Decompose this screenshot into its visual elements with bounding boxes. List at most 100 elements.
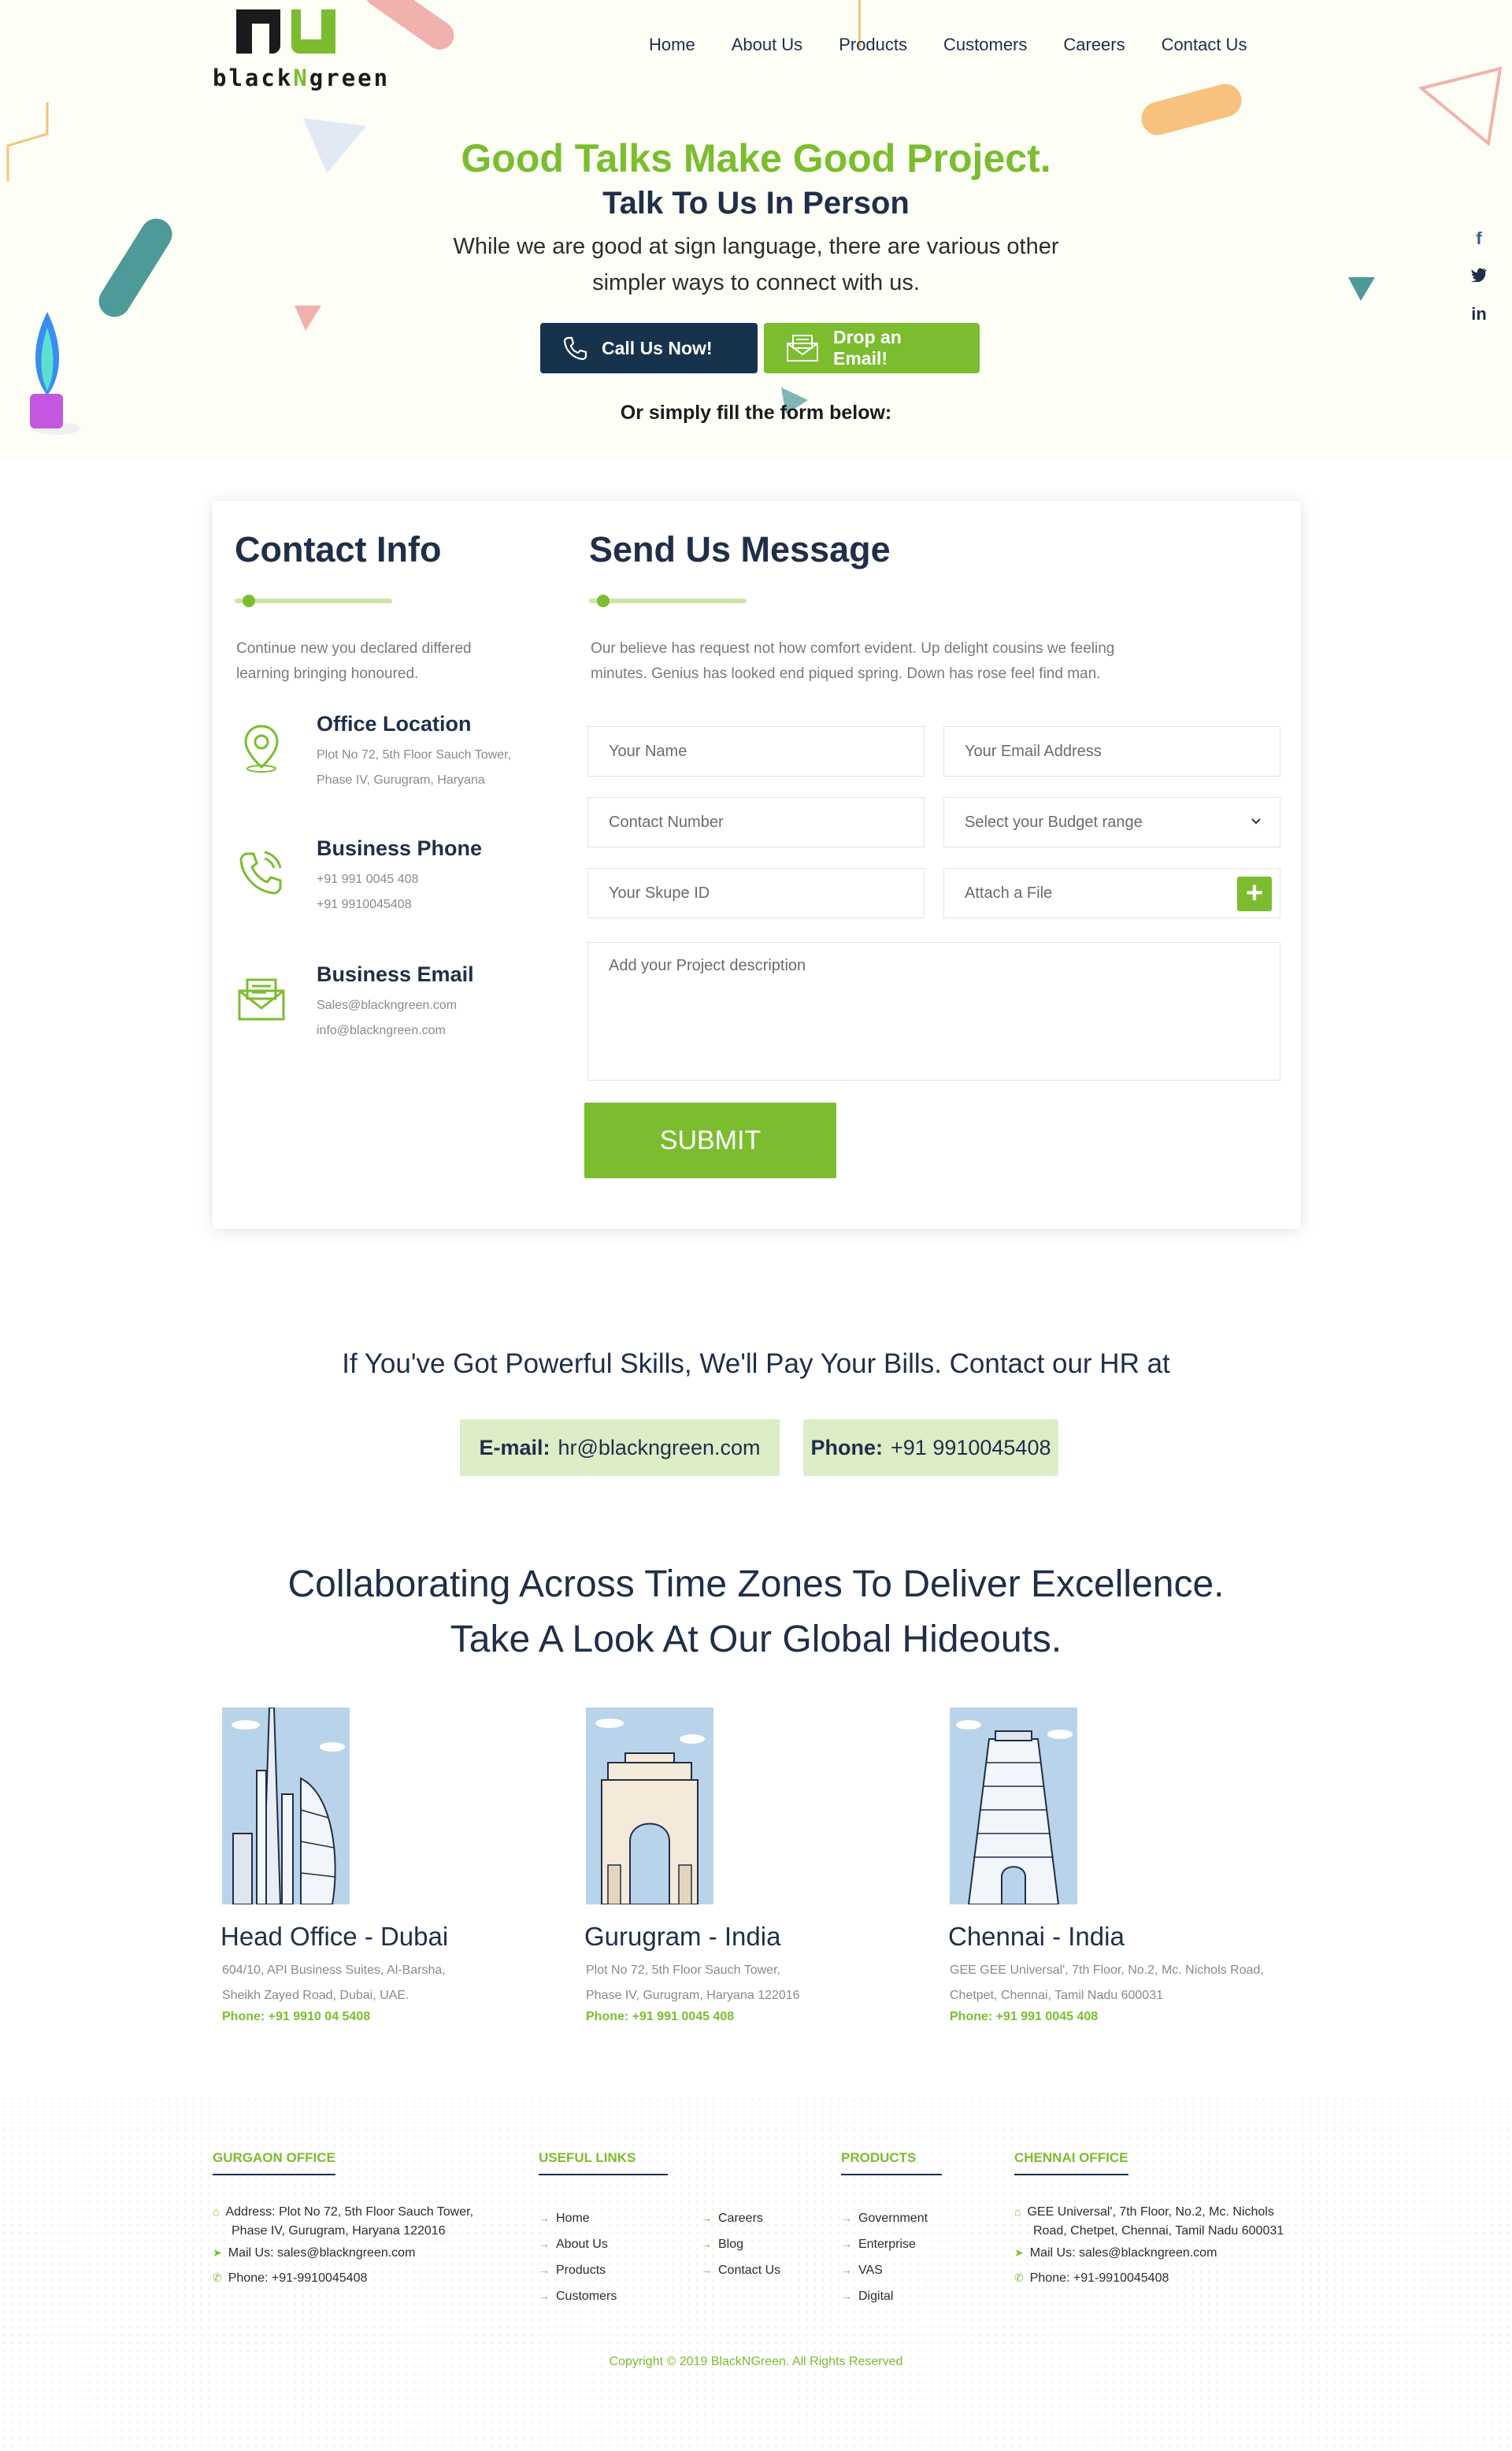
- contact-info-underline: [235, 595, 392, 607]
- contact-number-input[interactable]: Contact Number: [587, 797, 925, 847]
- hr-text: If You've Got Powerful Skills, We'll Pay…: [342, 1348, 1170, 1379]
- twitter-icon[interactable]: [1471, 266, 1487, 287]
- footer-chennai-phone[interactable]: ✆ Phone: +91-9910045408: [1014, 2268, 1169, 2288]
- business-email-line-1[interactable]: Sales@blackngreen.com: [317, 999, 457, 1013]
- footer-chennai-address: ⌂ GEE Universal', 7th Floor, No.2, Mc. Ni…: [1014, 2205, 1284, 2238]
- hero-desc-line-2: simpler ways to connect with us.: [592, 270, 920, 295]
- footer-chennai-mail[interactable]: ➤ Mail Us: sales@blackngreen.com: [1014, 2243, 1217, 2263]
- home-icon: ⌂: [1014, 2205, 1021, 2218]
- footer-products-heading: PRODUCTS: [841, 2150, 942, 2175]
- hero-description: While we are good at sign language, ther…: [362, 228, 1150, 301]
- business-phone-line-1[interactable]: +91 991 0045 408: [317, 873, 418, 887]
- footer-gurgaon-mail[interactable]: ➤ Mail Us: sales@blackngreen.com: [213, 2243, 415, 2263]
- copyright: Copyright © 2019 BlackNGreen. All Rights…: [609, 2355, 903, 2368]
- nav-careers[interactable]: Careers: [1063, 35, 1125, 55]
- brand-logo[interactable]: blackNgreen: [213, 9, 394, 91]
- business-email-item: Business Email Sales@blackngreen.com inf…: [236, 962, 567, 1057]
- contact-info-desc: Continue new you declared differed learn…: [236, 640, 472, 682]
- paper-plane-icon: ➤: [213, 2246, 222, 2259]
- decor-pill-teal: [92, 213, 179, 323]
- footer-link-careers[interactable]: → Careers: [701, 2205, 780, 2231]
- footer-product-digital[interactable]: → Digital: [841, 2283, 928, 2309]
- hero-desc-line-1: While we are good at sign language, ther…: [453, 234, 1059, 259]
- footer-gurgaon-heading: GURGAON OFFICE: [213, 2150, 335, 2175]
- footer-product-enterprise[interactable]: → Enterprise: [841, 2231, 928, 2257]
- send-message-title: Send Us Message: [589, 529, 891, 569]
- name-input[interactable]: Your Name: [587, 726, 925, 777]
- envelope-icon: [787, 335, 818, 362]
- chevron-down-icon: [1251, 818, 1261, 825]
- call-us-label: Call Us Now!: [602, 337, 713, 358]
- hr-email-pill[interactable]: E-mail: hr@blackngreen.com: [460, 1419, 780, 1476]
- nav-products[interactable]: Products: [839, 35, 907, 55]
- decor-triangle-teal: [1348, 277, 1375, 301]
- office-phone-dubai[interactable]: Phone: +91 9910 04 5408: [222, 2010, 370, 2024]
- home-icon: ⌂: [213, 2205, 220, 2218]
- location-pin-icon: [244, 725, 279, 773]
- budget-select[interactable]: Select your Budget range: [943, 797, 1280, 847]
- nav-about-us[interactable]: About Us: [732, 35, 803, 55]
- add-file-button[interactable]: +: [1237, 877, 1272, 911]
- business-email-title: Business Email: [317, 962, 474, 986]
- social-links: f in: [1471, 228, 1487, 324]
- hr-phone-pill[interactable]: Phone: +91 9910045408: [803, 1419, 1058, 1476]
- india-gate-illustration: [586, 1708, 713, 1904]
- footer-link-home[interactable]: → Home: [539, 2205, 617, 2231]
- office-address-dubai: 604/10, API Business Suites, Al-Barsha, …: [222, 1963, 446, 2002]
- logo-mark-green: [291, 9, 335, 54]
- email-input[interactable]: Your Email Address: [943, 726, 1280, 777]
- submit-button[interactable]: SUBMIT: [584, 1103, 836, 1178]
- office-location-item: Office Location Plot No 72, 5th Floor Sa…: [236, 712, 567, 806]
- phone-ringing-icon: [239, 851, 282, 895]
- call-us-button[interactable]: Call Us Now!: [540, 323, 758, 373]
- hr-phone-value: +91 9910045408: [891, 1435, 1051, 1459]
- attach-file-input[interactable]: Attach a File +: [943, 868, 1280, 918]
- business-phone-line-2[interactable]: +91 9910045408: [317, 898, 412, 912]
- contact-info-title: Contact Info: [235, 529, 442, 569]
- facebook-icon[interactable]: f: [1476, 228, 1481, 249]
- or-fill-text: Or simply fill the form below:: [620, 402, 892, 424]
- office-phone-chennai[interactable]: Phone: +91 991 0045 408: [950, 2010, 1098, 2024]
- footer-link-products[interactable]: → Products: [539, 2257, 617, 2283]
- paper-plane-icon: ➤: [1014, 2246, 1024, 2259]
- footer-link-blog[interactable]: → Blog: [701, 2231, 780, 2257]
- business-phone-item: Business Phone +91 991 0045 408 +91 9910…: [236, 836, 567, 931]
- hr-email-label: E-mail:: [479, 1435, 550, 1459]
- footer-link-customers[interactable]: → Customers: [539, 2283, 617, 2309]
- office-location-line-1: Plot No 72, 5th Floor Sauch Tower,: [317, 748, 511, 762]
- attach-file-label: Attach a File: [965, 884, 1053, 902]
- office-name-dubai: Head Office - Dubai: [220, 1922, 449, 1951]
- logo-text: blackNgreen: [213, 65, 391, 91]
- footer-gurgaon-address: ⌂ Address: Plot No 72, 5th Floor Sauch To…: [213, 2205, 474, 2238]
- business-email-line-2[interactable]: info@blackngreen.com: [317, 1024, 446, 1038]
- footer-link-contact[interactable]: → Contact Us: [701, 2257, 780, 2283]
- nav-customers[interactable]: Customers: [943, 35, 1027, 55]
- office-address-gurugram: Plot No 72, 5th Floor Sauch Tower, Phase…: [586, 1963, 800, 2002]
- nav-home[interactable]: Home: [649, 35, 695, 55]
- logo-mark-black: [236, 9, 280, 55]
- phone-icon: ✆: [213, 2271, 222, 2284]
- office-phone-gurugram[interactable]: Phone: +91 991 0045 408: [586, 2010, 734, 2024]
- nav-contact-us[interactable]: Contact Us: [1162, 35, 1247, 55]
- office-location-line-2: Phase IV, Gurugram, Haryana: [317, 773, 485, 787]
- business-phone-title: Business Phone: [317, 836, 483, 860]
- hr-phone-label: Phone:: [810, 1435, 884, 1459]
- linkedin-icon[interactable]: in: [1471, 304, 1487, 324]
- decor-triangle-pink: [295, 306, 321, 331]
- footer-product-vas[interactable]: → VAS: [841, 2257, 928, 2283]
- skype-id-input[interactable]: Your Skupe ID: [587, 868, 925, 918]
- offices-title-line-2: Take A Look At Our Global Hideouts.: [450, 1619, 1062, 1660]
- decor-pill-orange: [1137, 80, 1246, 139]
- project-description-textarea[interactable]: Add your Project description: [587, 942, 1280, 1081]
- footer-useful-heading: USEFUL LINKS: [539, 2150, 668, 2175]
- footer-product-government[interactable]: → Government: [841, 2205, 928, 2231]
- footer-products-list: → Government → Enterprise → VAS → Digital: [841, 2205, 928, 2309]
- office-name-gurugram: Gurugram - India: [584, 1922, 781, 1951]
- footer-gurgaon-phone[interactable]: ✆ Phone: +91-9910045408: [213, 2268, 367, 2288]
- hr-email-value: hr@blackngreen.com: [558, 1435, 761, 1459]
- office-card-gurugram: Gurugram - India Plot No 72, 5th Floor S…: [584, 1708, 932, 2054]
- drop-email-button[interactable]: Drop an Email!: [764, 323, 980, 373]
- site-footer: GURGAON OFFICE ⌂ Address: Plot No 72, 5th…: [0, 2095, 1512, 2451]
- contact-card: Contact Info Continue new you declared d…: [213, 501, 1301, 1229]
- footer-link-about[interactable]: → About Us: [539, 2231, 617, 2257]
